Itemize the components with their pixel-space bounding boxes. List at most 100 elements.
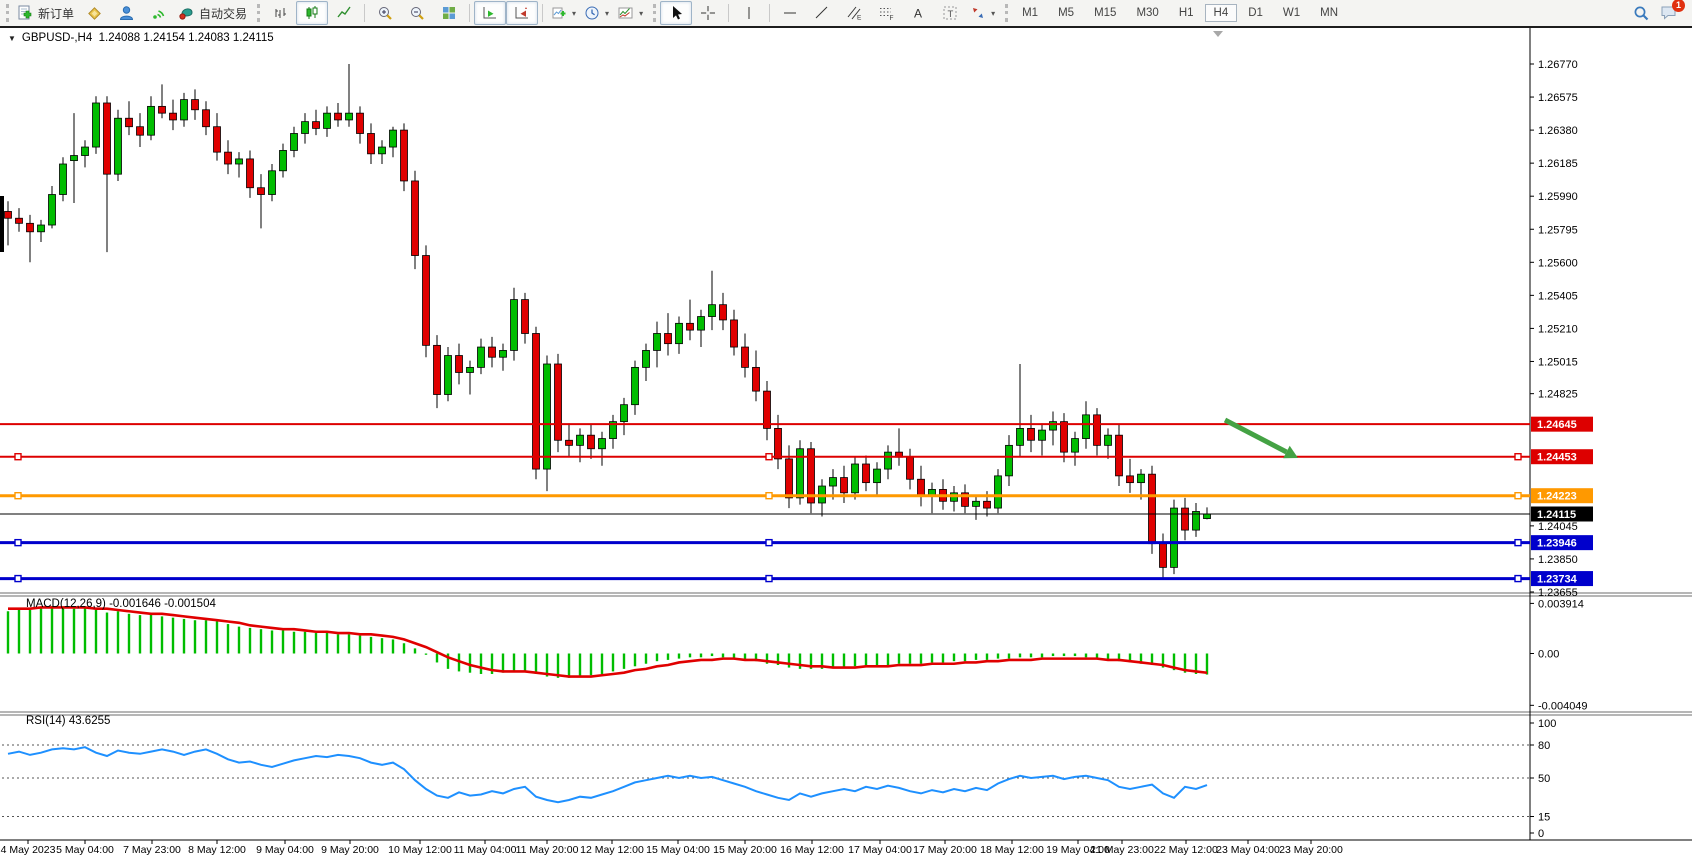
metaeditor-button[interactable]: [78, 1, 110, 25]
crosshair-icon: [700, 5, 716, 21]
equidistant-channel-button[interactable]: E: [838, 1, 870, 25]
line-chart-button[interactable]: [328, 1, 360, 25]
fibonacci-icon: F: [878, 5, 895, 21]
timeframe-button-m15[interactable]: M15: [1085, 4, 1125, 22]
svg-text:5 May 04:00: 5 May 04:00: [56, 844, 114, 856]
new-order-icon: [17, 5, 34, 21]
svg-text:17 May 20:00: 17 May 20:00: [913, 844, 977, 856]
toolbar-grip[interactable]: [653, 4, 656, 22]
notifications-button[interactable]: 1: [1660, 4, 1678, 23]
svg-text:0.003914: 0.003914: [1538, 598, 1584, 610]
svg-text:1.23946: 1.23946: [1537, 538, 1577, 550]
svg-text:23 May 04:00: 23 May 04:00: [1216, 844, 1280, 856]
timeframe-button-m1[interactable]: M1: [1013, 4, 1047, 22]
timeframe-button-m5[interactable]: M5: [1049, 4, 1083, 22]
timeframe-button-mn[interactable]: MN: [1311, 4, 1347, 22]
candles-group: [5, 64, 1211, 578]
crosshair-button[interactable]: [692, 1, 724, 25]
line-handle[interactable]: [766, 454, 772, 460]
svg-text:1.24645: 1.24645: [1537, 419, 1577, 431]
zoom-in-button[interactable]: [369, 1, 401, 25]
svg-text:1.23734: 1.23734: [1537, 574, 1578, 586]
trendline-button[interactable]: [806, 1, 838, 25]
timeframe-button-d1[interactable]: D1: [1239, 4, 1272, 22]
timeframe-button-w1[interactable]: W1: [1274, 4, 1309, 22]
new-order-button[interactable]: 新订单: [13, 1, 78, 25]
svg-text:1.25405: 1.25405: [1538, 290, 1578, 302]
text-a-icon: A: [911, 5, 925, 21]
toolbar-grip[interactable]: [257, 4, 260, 22]
periods-button[interactable]: ▾: [580, 1, 613, 25]
bar-chart-button[interactable]: [264, 1, 296, 25]
vertical-line-button[interactable]: [733, 1, 765, 25]
svg-text:E: E: [857, 15, 862, 22]
svg-text:100: 100: [1538, 718, 1556, 730]
auto-trading-button[interactable]: 自动交易: [174, 1, 251, 25]
dropdown-caret-icon: ▾: [605, 9, 609, 18]
fibonacci-button[interactable]: F: [870, 1, 902, 25]
toolbar-grip[interactable]: [1005, 4, 1008, 22]
dropdown-caret-icon: ▾: [572, 9, 576, 18]
toolbar-separator: [364, 4, 365, 22]
line-handle[interactable]: [1515, 493, 1521, 499]
chart-canvas[interactable]: 1.267701.265751.263801.261851.259901.257…: [0, 28, 1692, 861]
templates-button[interactable]: ▾: [613, 1, 647, 25]
zoom-out-icon: [409, 5, 425, 21]
mt4-application: 新订单 自动交易: [0, 0, 1692, 861]
zoom-out-button[interactable]: [401, 1, 433, 25]
cursor-button[interactable]: [660, 1, 692, 25]
tile-windows-button[interactable]: [433, 1, 465, 25]
chart-menu-icon[interactable]: ▼: [8, 34, 16, 43]
arrows-button[interactable]: ▾: [966, 1, 999, 25]
svg-text:0: 0: [1538, 828, 1544, 840]
auto-scroll-button[interactable]: [474, 1, 506, 25]
timeframe-group: M1M5M15M30H1H4D1W1MN: [1012, 4, 1348, 22]
text-button[interactable]: A: [902, 1, 934, 25]
timeframe-button-h1[interactable]: H1: [1170, 4, 1203, 22]
svg-text:22 May 12:00: 22 May 12:00: [1154, 844, 1218, 856]
indicators-button[interactable]: ▾: [547, 1, 580, 25]
line-chart-icon: [336, 5, 352, 21]
svg-text:1.25990: 1.25990: [1538, 191, 1578, 203]
svg-text:10 May 12:00: 10 May 12:00: [388, 844, 452, 856]
horizontal-line-button[interactable]: [774, 1, 806, 25]
timeframe-button-m30[interactable]: M30: [1127, 4, 1167, 22]
line-handle[interactable]: [1515, 540, 1521, 546]
search-icon[interactable]: [1633, 5, 1650, 22]
candlestick-icon: [304, 5, 320, 21]
svg-text:1.25795: 1.25795: [1538, 224, 1578, 236]
text-label-button[interactable]: T: [934, 1, 966, 25]
line-handle[interactable]: [15, 454, 21, 460]
chart-shift-marker[interactable]: [1213, 31, 1223, 37]
cursor-arrow-icon: [668, 5, 684, 21]
label-t-icon: T: [942, 5, 958, 21]
bar-chart-icon: [272, 5, 288, 21]
svg-text:17 May 04:00: 17 May 04:00: [848, 844, 912, 856]
svg-text:A: A: [914, 7, 922, 21]
toolbar-grip[interactable]: [6, 4, 9, 22]
svg-text:1.26380: 1.26380: [1538, 125, 1578, 137]
timeframe-button-h4[interactable]: H4: [1205, 4, 1238, 22]
rsi-indicator-label: RSI(14) 43.6255: [26, 715, 110, 727]
line-handle[interactable]: [1515, 576, 1521, 582]
line-handle[interactable]: [15, 540, 21, 546]
line-handle[interactable]: [766, 493, 772, 499]
candlestick-chart-button[interactable]: [296, 1, 328, 25]
tile-windows-icon: [441, 5, 457, 21]
line-handle[interactable]: [766, 576, 772, 582]
signals-button[interactable]: [142, 1, 174, 25]
auto-trading-icon: [178, 5, 195, 21]
svg-text:4 May 2023: 4 May 2023: [1, 844, 56, 856]
line-handle[interactable]: [15, 576, 21, 582]
channel-icon: E: [846, 5, 863, 21]
svg-text:T: T: [948, 9, 954, 20]
line-handle[interactable]: [15, 493, 21, 499]
line-handle[interactable]: [766, 540, 772, 546]
chart-shift-button[interactable]: [506, 1, 538, 25]
line-handle[interactable]: [1515, 454, 1521, 460]
svg-text:1.25600: 1.25600: [1538, 257, 1578, 269]
svg-text:9 May 04:00: 9 May 04:00: [256, 844, 314, 856]
mql5-community-button[interactable]: [110, 1, 142, 25]
dropdown-caret-icon: ▾: [639, 9, 643, 18]
gold-diamond-icon: [86, 5, 103, 21]
